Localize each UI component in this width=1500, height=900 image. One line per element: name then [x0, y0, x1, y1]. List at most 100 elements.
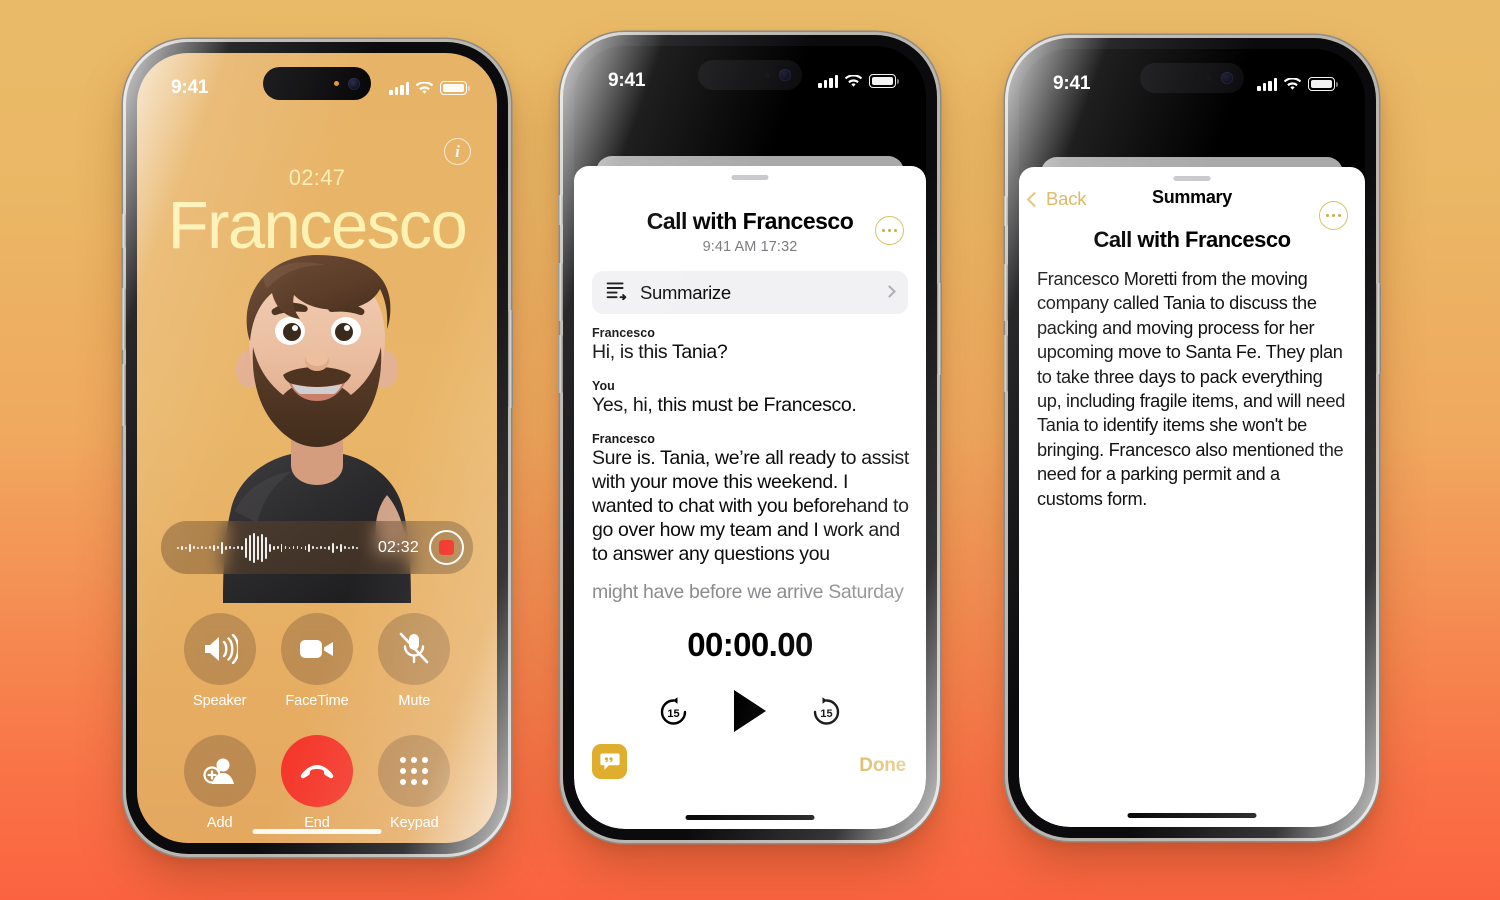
done-button[interactable]: Done	[859, 755, 906, 777]
dynamic-island	[263, 67, 371, 100]
call-controls-grid: Speaker FaceTime Mute Add End Keypad	[171, 613, 463, 831]
transcript-text: Yes, hi, this must be Francesco.	[592, 393, 857, 416]
dynamic-island	[1140, 63, 1244, 93]
transcript-speaker: You	[592, 378, 615, 393]
end-call-icon	[280, 735, 353, 807]
speaker-button[interactable]: Speaker	[181, 613, 259, 709]
silent-switch[interactable]	[1003, 196, 1008, 226]
transcript-entry: Francesco Hi, is this Tania?	[592, 326, 910, 365]
add-contact-icon	[183, 735, 256, 807]
silent-switch[interactable]	[121, 214, 126, 248]
svg-text:15: 15	[667, 708, 679, 720]
control-label: FaceTime	[285, 693, 349, 709]
call-info-icon[interactable]: i	[444, 138, 471, 165]
front-camera-lens	[348, 77, 360, 90]
cellular-bars-icon	[389, 82, 409, 95]
keypad-button[interactable]: Keypad	[375, 735, 453, 831]
summarize-row[interactable]: Summarize	[592, 271, 908, 314]
cellular-bars-icon	[1257, 78, 1277, 91]
summarize-lines-icon	[606, 281, 627, 305]
cellular-bars-icon	[818, 75, 838, 88]
status-time: 9:41	[171, 77, 209, 98]
home-indicator[interactable]	[1127, 812, 1257, 818]
power-button[interactable]	[1376, 283, 1381, 374]
back-button[interactable]: Back	[1030, 188, 1087, 210]
dynamic-island	[698, 60, 802, 90]
home-indicator[interactable]	[685, 814, 815, 820]
call-recording-pill[interactable]: 02:32	[161, 521, 473, 574]
volume-up-button[interactable]	[558, 263, 563, 321]
phone-device-transcript: 9:41 Call with Francesco 9:41 AM 17:32 S…	[558, 32, 942, 843]
transcript-entry: Francesco Sure is. Tania, we’re all read…	[592, 432, 910, 605]
skip-forward-15-icon[interactable]: 15	[810, 695, 843, 728]
facetime-button[interactable]: FaceTime	[278, 613, 356, 709]
svg-text:15: 15	[820, 708, 832, 720]
sheet-grabber[interactable]	[1173, 176, 1211, 181]
transcript-speaker: Francesco	[592, 326, 655, 340]
phone3-screen: 9:41 Back Summary Call with Francesco Fr…	[1019, 49, 1365, 827]
summary-view: 9:41 Back Summary Call with Francesco Fr…	[1019, 49, 1365, 827]
player-timecode: 00:00.00	[687, 626, 813, 663]
end-call-button[interactable]: End	[278, 735, 356, 831]
stop-recording-icon[interactable]	[429, 530, 464, 565]
power-button[interactable]	[508, 310, 513, 408]
microphone-muted-icon	[378, 613, 451, 685]
recording-elapsed: 02:32	[377, 538, 419, 556]
screenshot-stage: 9:41 i 02:47 Francesco 02:32 Speaker Fac…	[0, 0, 1500, 900]
status-indicators	[818, 74, 899, 88]
recording-title: Call with Francesco	[646, 208, 854, 234]
status-time: 9:41	[608, 70, 646, 91]
control-label: Keypad	[390, 815, 439, 831]
audio-player: 00:00.00 15 15	[574, 626, 926, 732]
transcript-quote-icon[interactable]	[592, 744, 627, 779]
player-controls: 15 15	[574, 690, 926, 732]
volume-up-button[interactable]	[1003, 264, 1008, 321]
recording-subtitle: 9:41 AM 17:32	[702, 239, 798, 255]
volume-down-button[interactable]	[1003, 335, 1008, 392]
more-options-icon[interactable]	[1319, 201, 1348, 230]
summarize-label: Summarize	[640, 281, 731, 303]
transcript-list[interactable]: Francesco Hi, is this Tania? You Yes, hi…	[592, 326, 910, 829]
keypad-icon	[378, 735, 451, 807]
phone-device-in-call: 9:41 i 02:47 Francesco 02:32 Speaker Fac…	[121, 39, 513, 857]
transcript-sheet: Call with Francesco 9:41 AM 17:32 Summar…	[574, 166, 926, 829]
chevron-right-icon	[885, 285, 894, 300]
transcript-text: Sure is. Tania, we’re all ready to assis…	[592, 446, 909, 565]
volume-down-button[interactable]	[558, 335, 563, 393]
battery-full-icon	[440, 81, 470, 95]
play-icon[interactable]	[734, 690, 766, 732]
skip-back-15-icon[interactable]: 15	[657, 695, 690, 728]
transcript-speaker: Francesco	[592, 431, 655, 446]
video-camera-icon	[280, 613, 353, 685]
front-camera-lens	[1221, 72, 1233, 84]
speaker-icon	[183, 613, 256, 685]
battery-full-icon	[1308, 77, 1338, 91]
recording-indicator-dot	[765, 72, 770, 78]
transcript-view: 9:41 Call with Francesco 9:41 AM 17:32 S…	[574, 46, 926, 829]
volume-down-button[interactable]	[121, 364, 126, 426]
control-label: Add	[206, 815, 233, 831]
recording-indicator-dot	[334, 81, 339, 86]
battery-full-icon	[869, 74, 899, 88]
home-indicator[interactable]	[252, 828, 382, 834]
transcript-text: Hi, is this Tania?	[592, 341, 728, 363]
status-indicators	[389, 81, 470, 95]
add-call-button[interactable]: Add	[181, 735, 259, 831]
mute-button[interactable]: Mute	[375, 613, 453, 709]
volume-up-button[interactable]	[121, 288, 126, 350]
active-call-view: 9:41 i 02:47 Francesco 02:32 Speaker Fac…	[137, 53, 497, 843]
sheet-grabber[interactable]	[731, 175, 769, 180]
wifi-icon	[1284, 77, 1301, 91]
summary-navbar: Back Summary	[1019, 185, 1365, 230]
wifi-icon	[845, 74, 862, 88]
power-button[interactable]	[937, 283, 942, 375]
silent-switch[interactable]	[558, 195, 563, 225]
status-indicators	[1257, 77, 1338, 91]
transcript-entry: You Yes, hi, this must be Francesco.	[592, 379, 910, 418]
more-options-icon[interactable]	[875, 216, 904, 245]
phone1-screen: 9:41 i 02:47 Francesco 02:32 Speaker Fac…	[137, 53, 497, 843]
audio-waveform	[177, 532, 368, 563]
control-label: Speaker	[193, 693, 247, 709]
wifi-icon	[416, 81, 433, 95]
phone2-screen: 9:41 Call with Francesco 9:41 AM 17:32 S…	[574, 46, 926, 829]
